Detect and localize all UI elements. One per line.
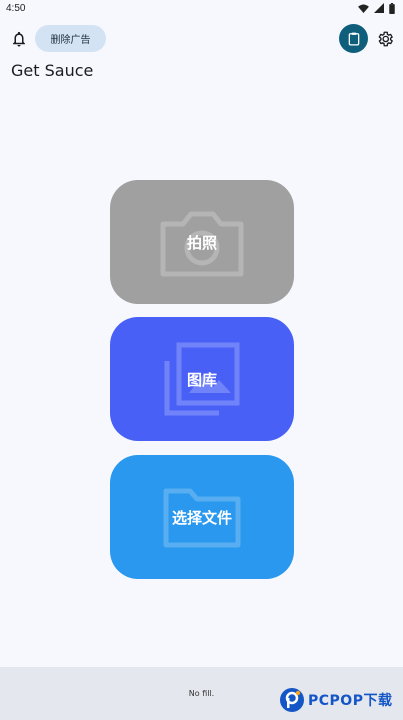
bell-icon (13, 31, 25, 47)
status-bar: 4:50 (0, 0, 403, 16)
watermark: PCPOP下载 (279, 684, 392, 716)
clipboard-icon (348, 32, 359, 45)
choose-file-button[interactable]: 选择文件 (110, 455, 294, 579)
ad-banner-text: No fill. (188, 689, 215, 698)
notifications-button[interactable] (10, 30, 28, 48)
top-app-bar: 删除广告 (0, 22, 403, 56)
clipboard-button[interactable] (339, 24, 368, 53)
remove-ads-button[interactable]: 删除广告 (35, 25, 106, 52)
pcpop-logo-icon (280, 688, 304, 712)
status-time: 4:50 (6, 2, 26, 14)
cell-signal-icon (374, 3, 384, 13)
take-photo-label: 拍照 (186, 233, 217, 252)
status-icons (358, 2, 395, 14)
choose-file-label: 选择文件 (171, 508, 232, 527)
gallery-label: 图库 (186, 370, 217, 389)
battery-icon (389, 2, 395, 14)
watermark-text: PCPOP下载 (308, 693, 393, 709)
wifi-icon (358, 3, 369, 13)
settings-button[interactable] (376, 30, 394, 48)
gallery-button[interactable]: 图库 (110, 317, 294, 441)
gear-icon (378, 31, 393, 47)
take-photo-button[interactable]: 拍照 (110, 180, 294, 304)
app-title: Get Sauce (11, 61, 94, 80)
